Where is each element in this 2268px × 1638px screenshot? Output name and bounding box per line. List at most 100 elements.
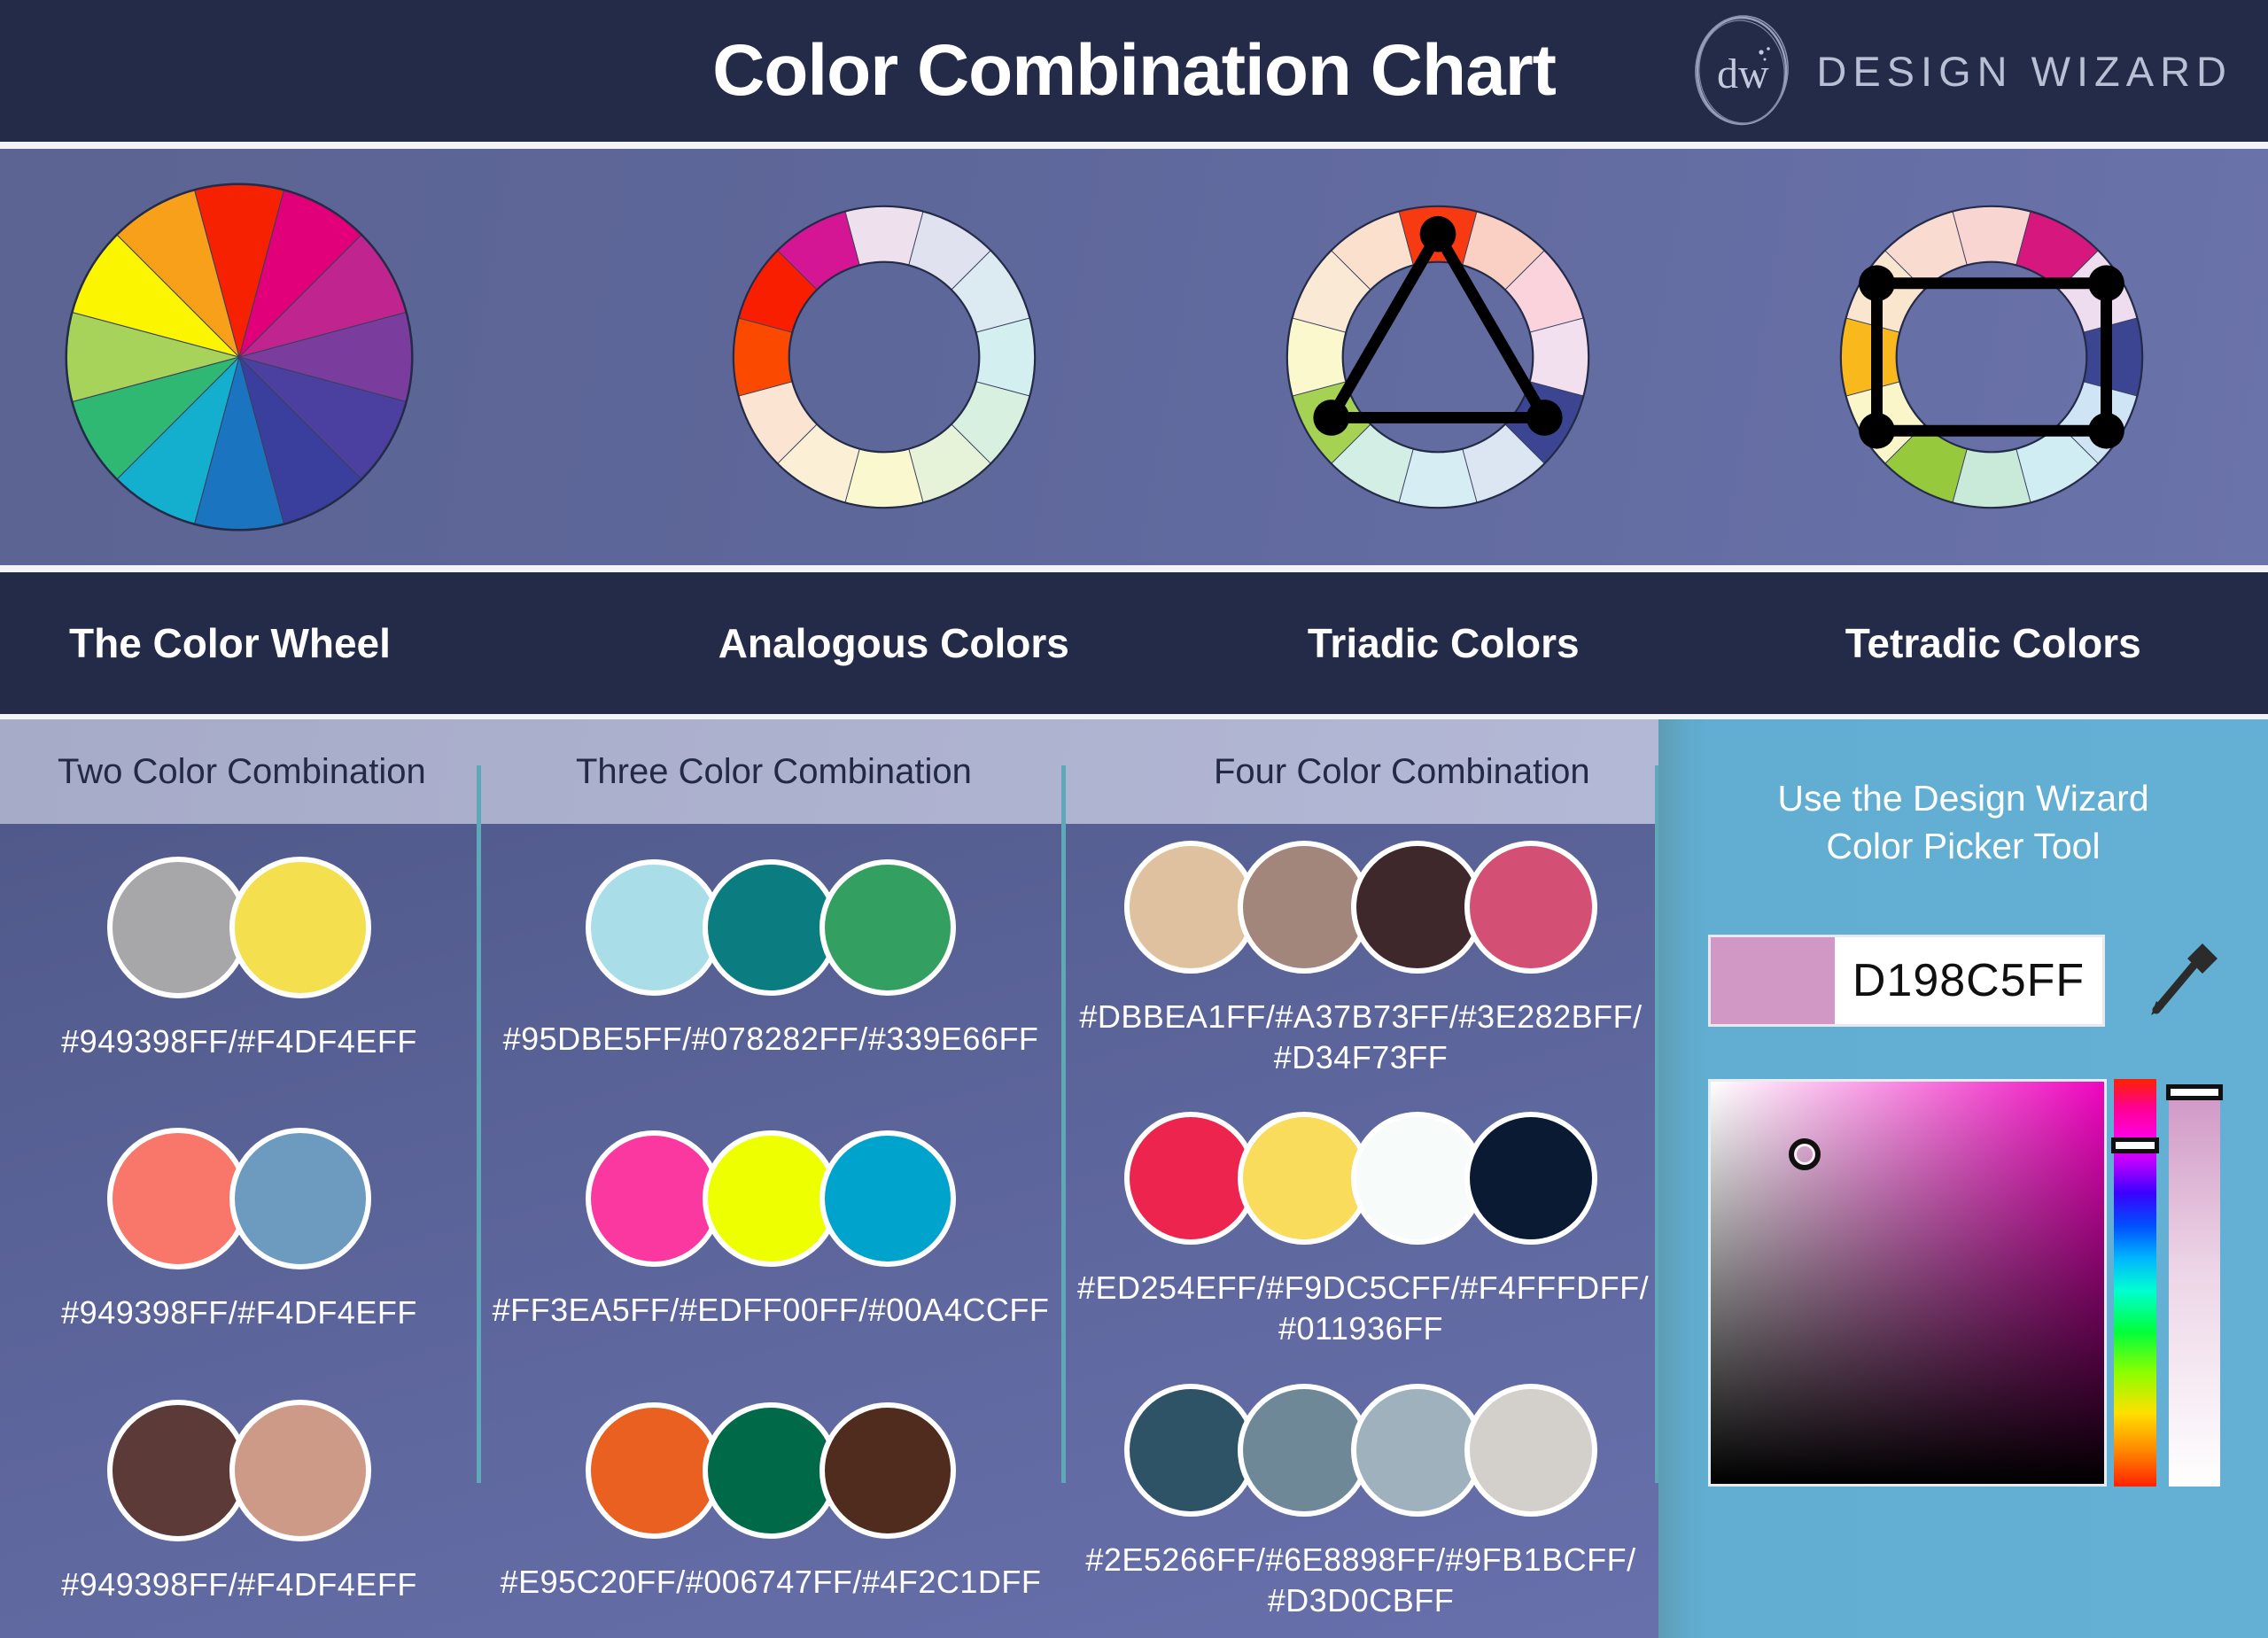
- combination-row: #E95C20FF/#006747FF/#4F2C1DFF: [478, 1367, 1063, 1638]
- brand-logo: dw DESIGN WIZARD: [1690, 13, 2233, 128]
- color-swatch: [1464, 841, 1597, 974]
- tetradic-wheel-diagram: [1839, 205, 2143, 509]
- color-swatch: [703, 859, 839, 997]
- alpha-slider-handle[interactable]: [2166, 1084, 2223, 1100]
- color-swatch: [1464, 1112, 1597, 1246]
- picker-title: Use the Design Wizard Color Picker Tool: [1658, 774, 2268, 870]
- column-header-text: Three Color Combination: [576, 751, 972, 791]
- swatch-group: [586, 1401, 956, 1539]
- divider-top: [0, 142, 2268, 149]
- column-header-two: Two Color Combination: [0, 752, 576, 792]
- dw-circle-logo-icon: dw: [1690, 13, 1793, 128]
- combination-row: #ED254EFF/#F9DC5CFF/#F4FFFDFF/ #011936FF: [1063, 1095, 1658, 1366]
- combinations-panel: Two Color Combination Three Color Combin…: [0, 719, 1659, 1638]
- triadic-wheel-diagram: [1285, 205, 1589, 509]
- hex-label: #949398FF/#F4DF4EFF: [61, 1565, 417, 1603]
- combination-row: #949398FF/#F4DF4EFF: [0, 824, 478, 1095]
- combination-row: #949398FF/#F4DF4EFF: [0, 1367, 478, 1638]
- color-wheel-diagram: [65, 182, 414, 532]
- scheme-label-tetradic: Tetradic Colors: [1719, 619, 2268, 667]
- swatch-group: [1124, 1112, 1597, 1246]
- hex-label: #949398FF/#F4DF4EFF: [61, 1294, 417, 1331]
- swatch-group: [586, 1130, 956, 1268]
- picker-title-line-1: Use the Design Wizard: [1777, 778, 2149, 819]
- color-swatch: [703, 1401, 839, 1539]
- infographic-root: Color Combination Chart dw DESIGN WIZARD: [0, 0, 2268, 1638]
- column-header-three: Three Color Combination: [576, 752, 1161, 792]
- analogous-wheel-diagram: [732, 205, 1036, 509]
- two-color-column: #949398FF/#F4DF4EFF #949398FF/#F4DF4EFF …: [0, 824, 478, 1638]
- hex-label: #ED254EFF/#F9DC5CFF/#F4FFFDFF/ #011936FF: [1077, 1269, 1650, 1347]
- color-swatch: [229, 857, 371, 999]
- hex-label: #E95C20FF/#006747FF/#4F2C1DFF: [500, 1563, 1042, 1600]
- swatch-group: [107, 1128, 371, 1270]
- column-divider: [1061, 765, 1066, 1483]
- scheme-label-analogous: Analogous Colors: [619, 619, 1169, 667]
- color-swatch: [107, 1399, 249, 1541]
- wheel-cell-color-wheel: [0, 149, 607, 565]
- hue-slider-handle[interactable]: [2111, 1137, 2159, 1153]
- picker-controls: [1708, 1079, 2224, 1487]
- color-swatch: [107, 1128, 249, 1270]
- sv-cursor-handle[interactable]: [1789, 1138, 1821, 1170]
- hex-label: #949398FF/#F4DF4EFF: [61, 1023, 417, 1060]
- color-swatch: [1464, 1383, 1597, 1517]
- page-title: Color Combination Chart: [712, 30, 1557, 111]
- color-swatch: [586, 859, 722, 997]
- color-swatch: [819, 859, 956, 997]
- scheme-label-text: Analogous Colors: [718, 620, 1069, 666]
- color-swatch: [819, 1130, 956, 1268]
- hex-value-input[interactable]: D198C5FF: [1835, 937, 2102, 1024]
- hex-label: #95DBE5FF/#078282FF/#339E66FF: [502, 1021, 1039, 1058]
- color-swatch: [229, 1128, 371, 1270]
- color-swatch: [586, 1401, 722, 1539]
- scheme-label-text: The Color Wheel: [69, 620, 391, 666]
- four-color-column: #DBBEA1FF/#A37B73FF/#3E282BFF/ #D34F73FF…: [1063, 824, 1658, 1638]
- wheel-cell-triadic: [1161, 149, 1714, 565]
- swatch-group: [1124, 1383, 1597, 1517]
- color-swatch: [703, 1130, 839, 1268]
- current-color-swatch: [1711, 937, 1835, 1024]
- logo-wordmark: DESIGN WIZARD: [1816, 47, 2233, 95]
- combination-row: #DBBEA1FF/#A37B73FF/#3E282BFF/ #D34F73FF: [1063, 824, 1658, 1095]
- hex-label: #2E5266FF/#6E8898FF/#9FB1BCFF/ #D3D0CBFF: [1085, 1541, 1636, 1619]
- picker-title-line-2: Color Picker Tool: [1826, 826, 2101, 867]
- hex-label: #FF3EA5FF/#EDFF00FF/#00A4CCFF: [492, 1292, 1050, 1329]
- svg-text:dw: dw: [1717, 50, 1769, 97]
- scheme-label-triadic: Triadic Colors: [1169, 619, 1719, 667]
- swatch-group: [586, 859, 956, 997]
- swatch-group: [107, 857, 371, 999]
- scheme-label-text: Triadic Colors: [1307, 620, 1580, 666]
- color-value-bar[interactable]: D198C5FF: [1708, 935, 2105, 1027]
- column-divider: [477, 765, 481, 1483]
- swatch-group: [1124, 841, 1597, 974]
- combination-row: #2E5266FF/#6E8898FF/#9FB1BCFF/ #D3D0CBFF: [1063, 1367, 1658, 1638]
- column-header-text: Two Color Combination: [58, 751, 426, 791]
- color-picker-panel: Use the Design Wizard Color Picker Tool …: [1658, 719, 2268, 1638]
- scheme-label-text: Tetradic Colors: [1845, 620, 2141, 666]
- combination-row: #949398FF/#F4DF4EFF: [0, 1095, 478, 1366]
- combination-columns: #949398FF/#F4DF4EFF #949398FF/#F4DF4EFF …: [0, 824, 1658, 1638]
- saturation-value-square[interactable]: [1708, 1079, 2107, 1487]
- hex-label: #DBBEA1FF/#A37B73FF/#3E282BFF/ #D34F73FF: [1079, 998, 1643, 1076]
- color-swatch: [819, 1401, 956, 1539]
- divider-mid: [0, 565, 2268, 572]
- color-wheels-strip: [0, 149, 2268, 565]
- three-color-column: #95DBE5FF/#078282FF/#339E66FF #FF3EA5FF/…: [478, 824, 1063, 1638]
- alpha-slider[interactable]: [2169, 1086, 2220, 1487]
- swatch-group: [107, 1399, 371, 1541]
- combination-column-headers: Two Color Combination Three Color Combin…: [0, 719, 1658, 824]
- header-bar: Color Combination Chart dw DESIGN WIZARD: [0, 0, 2268, 142]
- eyedropper-icon[interactable]: [2139, 939, 2220, 1024]
- color-swatch: [229, 1399, 371, 1541]
- wheel-cell-analogous: [607, 149, 1161, 565]
- color-swatch: [107, 857, 249, 999]
- column-header-text: Four Color Combination: [1214, 751, 1590, 791]
- combination-row: #95DBE5FF/#078282FF/#339E66FF: [478, 824, 1063, 1095]
- column-header-four: Four Color Combination: [1161, 752, 1658, 792]
- scheme-label-color-wheel: The Color Wheel: [0, 619, 619, 667]
- scheme-labels-bar: The Color Wheel Analogous Colors Triadic…: [0, 572, 2268, 714]
- color-swatch: [586, 1130, 722, 1268]
- combination-row: #FF3EA5FF/#EDFF00FF/#00A4CCFF: [478, 1095, 1063, 1366]
- wheel-cell-tetradic: [1714, 149, 2268, 565]
